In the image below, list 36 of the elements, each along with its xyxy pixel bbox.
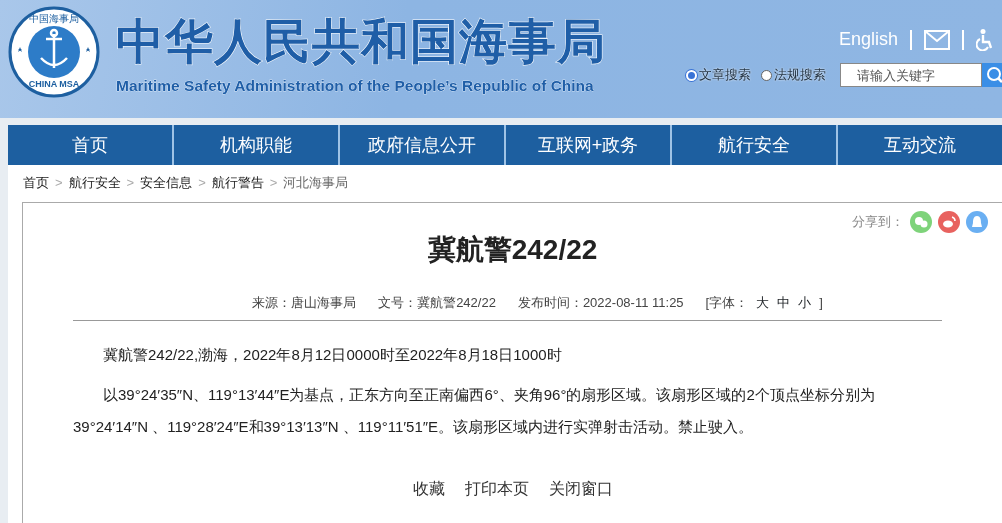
action-link[interactable]: 打印本页 — [464, 477, 529, 501]
site-subtitle: Maritime Safety Administration of the People’s Republic of China — [116, 76, 595, 96]
breadcrumb-link[interactable]: 河北海事局 — [283, 173, 349, 193]
meta-text: 文号：冀航警242/22 — [378, 293, 496, 312]
search-field[interactable]: 请输入关键字 — [840, 63, 982, 87]
font-size-label: [字体： — [705, 293, 749, 312]
breadcrumb-separator: > — [55, 174, 63, 192]
breadcrumb-link[interactable]: 航行警告 — [211, 173, 264, 193]
weibo-icon[interactable] — [938, 210, 960, 233]
article-paragraph: 以39°24′35″N、119°13′44″E为基点，正东方向至正南偏西6°、夹角96°的扇形区域。该扇形区域的2个顶点坐标分别为39°24′14″N 、119°28′24″E和39°13′13″N 、119°11′51″E。该扇形区域内进行实弹射击活动。禁止驶入。 — [73, 385, 876, 437]
breadcrumb-separator: > — [269, 174, 278, 192]
mail-icon[interactable] — [924, 29, 950, 50]
breadcrumb-link[interactable]: 安全信息 — [140, 173, 193, 193]
breadcrumb-link[interactable]: 首页 — [23, 173, 49, 193]
search-button[interactable] — [982, 63, 1002, 87]
search-option[interactable]: 法规搜索 — [761, 65, 826, 85]
action-link[interactable]: 收藏 — [412, 477, 445, 501]
breadcrumb-separator: > — [198, 174, 206, 192]
breadcrumb-link[interactable]: 航行安全 — [68, 173, 121, 193]
breadcrumb-separator: > — [126, 174, 135, 192]
share-label: 分享到： — [852, 212, 904, 231]
font-size-link[interactable]: 大 — [756, 292, 770, 312]
qq-icon[interactable] — [966, 210, 988, 233]
search-option[interactable]: 文章搜索 — [686, 65, 751, 85]
font-size-link[interactable]: 中 — [777, 292, 791, 312]
nav-item[interactable]: 首页 — [8, 125, 172, 165]
bracket-text: ] — [819, 293, 823, 312]
meta-text: 发布时间：2022-08-11 11:25 — [517, 293, 684, 312]
action-link[interactable]: 关闭窗口 — [548, 477, 613, 501]
article-paragraph: 冀航警242/22,渤海，2022年8月12日0000时至2022年8月18日1000时 — [102, 345, 563, 365]
accessibility-icon[interactable] — [976, 28, 994, 51]
site-title: 中华人民共和国海事局 — [116, 18, 606, 66]
article-title: 冀航警242/22 — [426, 232, 599, 267]
font-size-link[interactable]: 小 — [798, 292, 812, 312]
wechat-icon[interactable] — [910, 210, 932, 233]
meta-text: 来源：唐山海事局 — [252, 293, 357, 312]
